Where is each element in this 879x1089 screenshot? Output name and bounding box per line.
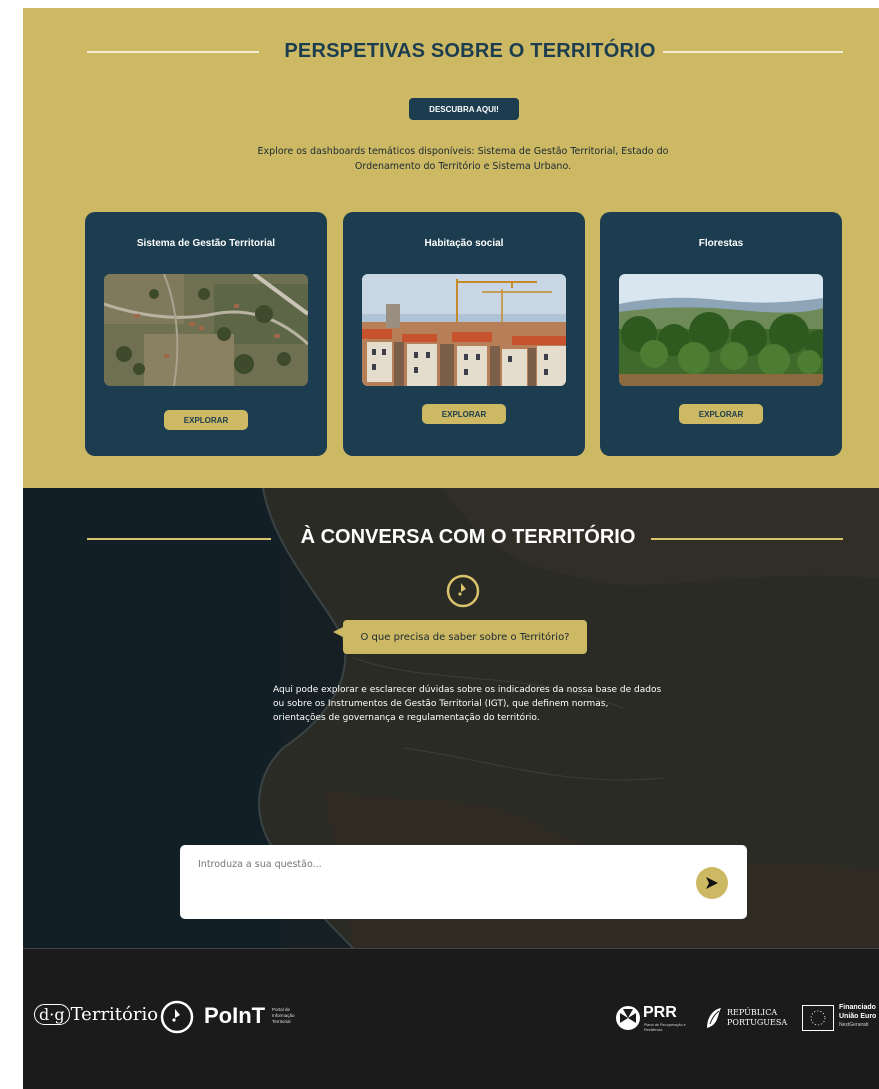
title-divider-right (663, 51, 843, 53)
explore-button[interactable]: EXPLORAR (164, 410, 248, 430)
eu-line-2: União Euro (839, 1013, 877, 1020)
card-title: Habitação social (424, 238, 504, 249)
prr-icon (616, 1006, 640, 1030)
eu-line-1: Financiado (839, 1004, 876, 1011)
republica-word: REPÚBLICA PORTUGUESA (727, 1008, 788, 1027)
compass-icon (446, 574, 480, 608)
conversation-section: À CONVERSA COM O TERRITÓRIO O que precis… (23, 488, 879, 948)
perspectives-title-row: PERSPETIVAS SOBRE O TERRITÓRIO (87, 40, 843, 64)
conversation-description: Aqui pode explorar e esclarecer dúvidas … (273, 685, 662, 723)
republica-emblem-icon (707, 1008, 721, 1028)
footer: d·g Território PoInT Portal de Informação… (23, 948, 879, 1089)
city-photo-image (362, 274, 566, 386)
card-title: Florestas (698, 238, 744, 249)
question-bubble: O que precisa de saber sobre o Territóri… (343, 620, 587, 654)
point-logo[interactable]: PoInT Portal de Informação Territorial (160, 998, 320, 1036)
title-divider-right (651, 538, 843, 540)
forest-photo-image (619, 274, 823, 386)
perspectives-intro: Explore os dashboards temáticos disponív… (257, 146, 669, 172)
point-compass-icon (160, 1000, 194, 1034)
explore-button[interactable]: EXPLORAR (679, 404, 763, 424)
perspectives-title: PERSPETIVAS SOBRE O TERRITÓRIO (284, 40, 656, 62)
perspectives-section: PERSPETIVAS SOBRE O TERRITÓRIO DESCUBRA … (23, 8, 879, 488)
title-divider-left (87, 51, 259, 53)
send-arrow-icon (706, 877, 718, 889)
card-territorial-management: Sistema de Gestão Territorial EXPLORAR (85, 212, 327, 456)
question-box (180, 845, 747, 919)
explore-button[interactable]: EXPLORAR (422, 404, 506, 424)
republica-portuguesa-logo[interactable]: REPÚBLICA PORTUGUESA (704, 1004, 804, 1032)
send-button[interactable] (696, 867, 728, 899)
dgterritorio-logo[interactable]: d·g Território (34, 1004, 158, 1030)
discover-button[interactable]: DESCUBRA AQUI! (409, 98, 519, 120)
eu-flag-icon (802, 1005, 834, 1031)
dgt-prefix: d·g (34, 1004, 70, 1025)
conversation-title: À CONVERSA COM O TERRITÓRIO (300, 526, 636, 548)
eu-line-3: NextGenerati (839, 1022, 869, 1028)
eu-funding-logo[interactable]: Financiado União Euro NextGenerati (802, 1003, 879, 1033)
footer-divider (23, 948, 879, 949)
prr-word: PRR (643, 1004, 677, 1021)
card-title: Sistema de Gestão Territorial (136, 238, 276, 249)
aerial-photo-image (104, 274, 308, 386)
prr-logo[interactable]: PRR Plano de Recuperação e Resiliência (615, 1003, 707, 1033)
card-social-housing: Habitação social EXPLORAR (343, 212, 585, 456)
prr-subtitle: Plano de Recuperação e Resiliência (644, 1023, 686, 1032)
conversation-title-row: À CONVERSA COM O TERRITÓRIO (87, 526, 843, 550)
point-word: PoInT (204, 1003, 266, 1028)
point-subtitle: Portal de Informação Territorial (272, 1007, 295, 1024)
eu-text: Financiado União Euro NextGenerati (839, 1003, 879, 1030)
card-forests: Florestas EXPLORAR (600, 212, 842, 456)
question-input[interactable] (198, 855, 678, 873)
title-divider-left (87, 538, 271, 540)
dgt-word: Território (70, 1004, 159, 1025)
